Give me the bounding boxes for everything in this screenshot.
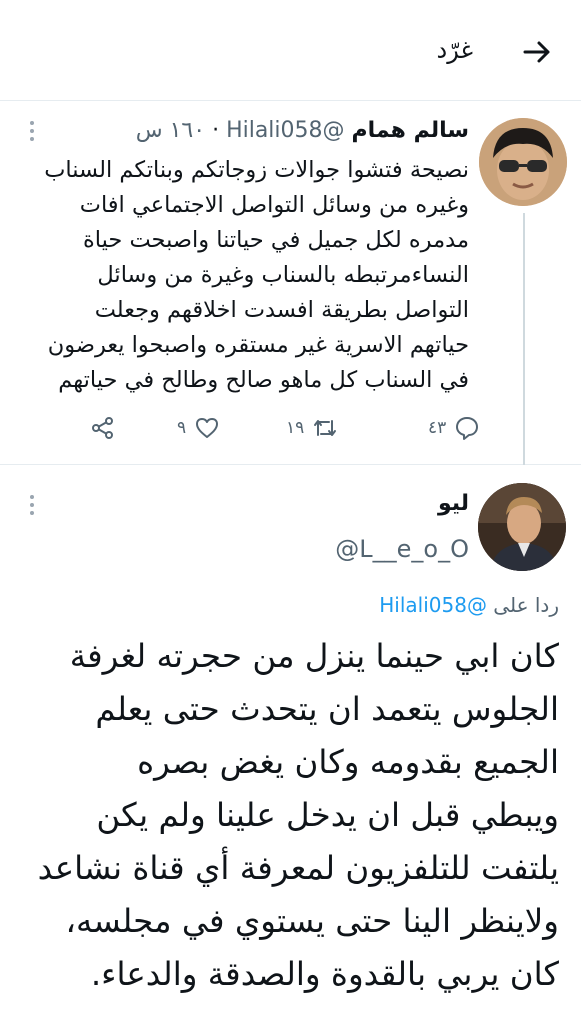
- replying-to: ردا على @Hilali058: [379, 593, 559, 617]
- avatar[interactable]: [479, 118, 567, 206]
- tweet-text: كان ابي حينما ينزل من حجرته لغرفة الجلوس…: [37, 637, 559, 993]
- avatar[interactable]: [478, 483, 566, 571]
- heart-icon: [196, 418, 219, 438]
- arrow-back-icon: [523, 41, 550, 63]
- replying-to-label: ردا على: [493, 593, 559, 617]
- more-options-icon[interactable]: [29, 121, 35, 145]
- meta-separator: ·: [212, 118, 220, 143]
- tweet-header: سالم همام @Hilali058 · ١٦٠ س: [49, 118, 469, 143]
- reply-button[interactable]: ٤٣: [428, 414, 480, 442]
- retweet-count: ١٩: [286, 418, 305, 438]
- like-button[interactable]: ٩: [177, 414, 220, 442]
- display-name[interactable]: ليو: [438, 491, 469, 516]
- focused-tweet: ليو @L__e_o_O ردا على @Hilali058 كان ابي…: [0, 465, 581, 1024]
- share-button[interactable]: [90, 414, 116, 442]
- parent-tweet[interactable]: سالم همام @Hilali058 · ١٦٠ س نصيحة فتشوا…: [0, 101, 581, 465]
- tweet-text: نصيحة فتشوا جوالات زوجاتكم وبناتكم السنا…: [44, 157, 469, 393]
- retweet-icon: [314, 420, 337, 436]
- username[interactable]: @Hilali058: [226, 118, 344, 143]
- reply-icon: [456, 417, 479, 440]
- retweet-button[interactable]: ١٩: [286, 414, 338, 442]
- page-title: غرّد: [436, 36, 473, 64]
- share-icon: [92, 417, 113, 439]
- timestamp[interactable]: ١٦٠ س: [136, 118, 205, 143]
- top-bar: غرّد: [0, 0, 581, 101]
- username[interactable]: @L__e_o_O: [335, 535, 469, 563]
- avatar-image: [479, 118, 567, 206]
- avatar-image: [478, 483, 566, 571]
- replying-to-handle[interactable]: @Hilali058: [379, 593, 487, 617]
- more-options-icon[interactable]: [29, 495, 35, 519]
- thread-connector: [523, 213, 525, 465]
- back-button[interactable]: [521, 36, 553, 68]
- display-name[interactable]: سالم همام: [352, 118, 469, 143]
- like-count: ٩: [177, 418, 187, 438]
- reply-count: ٤٣: [428, 418, 447, 438]
